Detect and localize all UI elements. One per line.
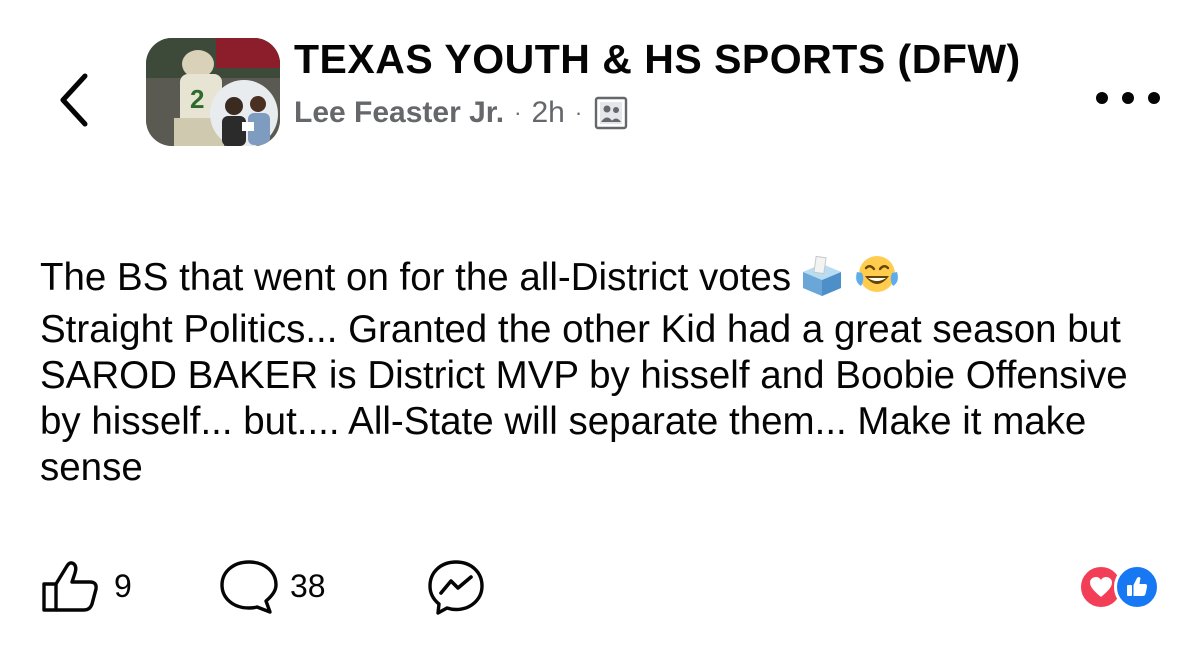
ballot-box-icon [797,255,847,307]
dot-icon [1122,92,1134,104]
group-name[interactable]: TEXAS YOUTH & HS SPORTS (DFW) [294,34,1054,84]
back-button[interactable] [44,60,104,140]
messenger-icon [428,560,484,615]
avatar-photo: 2 [146,38,280,146]
comment-icon [220,560,278,614]
group-members-icon [594,96,628,130]
author-name[interactable]: Lee Feaster Jr. [294,96,504,130]
send-messenger-button[interactable] [426,558,486,616]
comment-count: 38 [290,567,326,604]
like-reaction-icon [1114,564,1160,610]
svg-text:2: 2 [190,84,204,114]
post-body: The BS that went on for the all-District… [40,252,1170,491]
chevron-left-icon [60,73,88,127]
group-avatar[interactable]: 2 [146,38,280,146]
more-options-button[interactable] [1096,84,1160,112]
post-time[interactable]: 2h [531,96,564,130]
like-count: 9 [114,567,132,604]
like-button[interactable]: 9 [40,558,132,614]
like-icon [42,561,98,612]
post-text-line1: The BS that went on for the all-District… [40,256,792,299]
dot-icon [1148,92,1160,104]
meta-separator: · [574,100,583,125]
action-bar: 9 38 [40,558,1160,616]
dot-icon [1096,92,1108,104]
reaction-summary[interactable] [1078,564,1160,610]
post-meta: Lee Feaster Jr. · 2h · [294,96,1054,130]
post-text-rest: Straight Politics... Granted the other K… [40,308,1128,489]
comment-button[interactable]: 38 [218,558,326,614]
tears-of-joy-icon [853,252,901,307]
meta-separator: · [514,100,522,125]
